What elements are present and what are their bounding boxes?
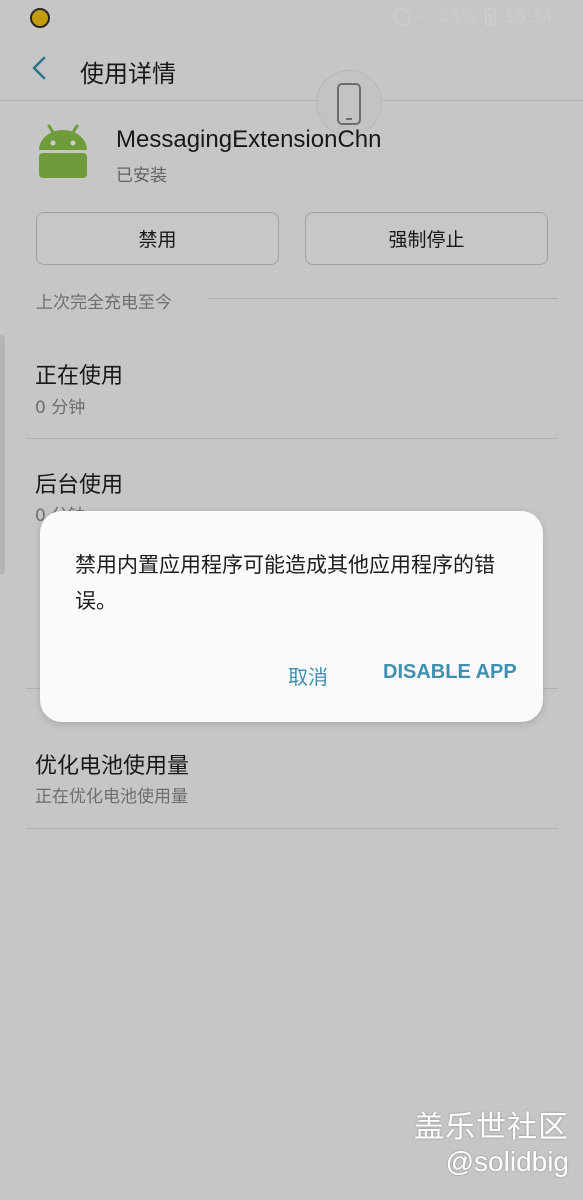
cancel-button[interactable]: 取消	[288, 661, 328, 690]
watermark-handle: @solidbig	[445, 1146, 569, 1177]
disable-app-button[interactable]: DISABLE APP	[383, 661, 517, 684]
disable-confirm-dialog: 禁用内置应用程序可能造成其他应用程序的错误。 取消 DISABLE APP	[40, 511, 543, 722]
watermark-title: 盖乐世社区	[414, 1110, 569, 1145]
dialog-message: 禁用内置应用程序可能造成其他应用程序的错误。	[75, 553, 495, 613]
screen: 4G 55% 18:34 使用详情 MessagingExtensionChn …	[0, 0, 583, 1200]
